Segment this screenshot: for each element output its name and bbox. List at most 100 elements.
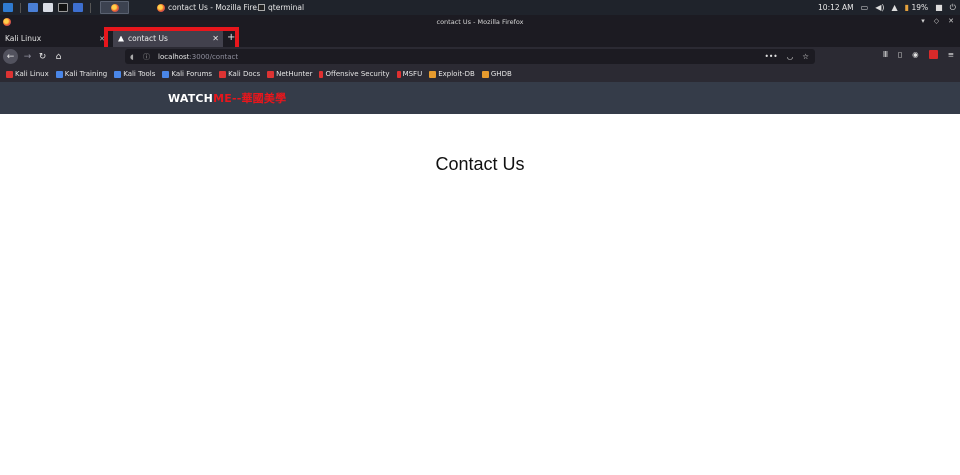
bookmark-label: Kali Tools <box>123 70 156 78</box>
bookmark-star-icon[interactable]: ☆ <box>802 52 809 61</box>
taskbar-task-firefox[interactable]: contact Us - Mozilla Fire... <box>157 0 264 15</box>
battery-indicator[interactable]: ▮ 19% <box>905 3 928 12</box>
nethunter-icon <box>267 70 275 78</box>
msfu-icon <box>396 70 401 78</box>
bookmark-label: Exploit-DB <box>438 70 475 78</box>
taskbar-task-firefox-label: contact Us - Mozilla Fire... <box>168 3 265 12</box>
window-titlebar: contact Us - Mozilla Firefox ▾ ◇ ✕ <box>0 15 960 29</box>
volume-icon[interactable]: ◀) <box>875 3 884 12</box>
logo-text-primary: WATCH <box>168 92 214 105</box>
bookmark-label: Kali Linux <box>15 70 49 78</box>
library-icon[interactable]: Ⅲ <box>883 50 888 59</box>
browser-launcher-icon[interactable] <box>73 3 83 12</box>
bookmark-label: MSFU <box>402 70 423 78</box>
firefox-icon <box>157 3 165 12</box>
desktop-icon[interactable] <box>28 3 38 12</box>
url-host: localhost <box>158 52 190 61</box>
lock-icon[interactable]: ■ <box>935 3 943 12</box>
bookmark-ghdb[interactable]: GHDB <box>481 70 512 78</box>
file-manager-icon[interactable] <box>43 3 53 12</box>
site-info-icon[interactable]: ⓘ <box>143 52 151 62</box>
tab-label: Kali Linux <box>5 34 42 43</box>
extension-icon[interactable] <box>928 50 938 59</box>
bookmark-label: Offensive Security <box>325 70 390 78</box>
sidebar-icon[interactable]: ▯ <box>898 50 902 59</box>
bookmark-label: Kali Docs <box>228 70 261 78</box>
bookmark-kali-linux[interactable]: Kali Linux <box>6 70 49 78</box>
battery-icon: ▮ <box>904 3 910 12</box>
exploitdb-icon <box>429 70 437 78</box>
reload-icon[interactable]: ↻ <box>35 49 50 64</box>
taskbar-divider <box>90 2 91 13</box>
terminal-small-icon <box>258 4 265 11</box>
bookmark-kali-docs[interactable]: Kali Docs <box>219 70 260 78</box>
page-actions-icon[interactable]: ••• <box>764 52 777 61</box>
terminal-icon[interactable] <box>58 3 68 12</box>
system-tray: 10:12 AM ▭ ◀) ▲ ▮ 19% ■ ⏻ <box>818 0 956 15</box>
firefox-icon <box>110 3 119 12</box>
taskbar-divider <box>20 2 21 13</box>
bookmark-label: Kali Training <box>64 70 108 78</box>
tab-label: contact Us <box>128 34 168 43</box>
clock[interactable]: 10:12 AM <box>818 3 854 12</box>
logo-text-accent: ME--華國美學 <box>213 92 287 105</box>
site-logo[interactable]: WATCHME--華國美學 <box>168 90 286 106</box>
bookmarks-toolbar: Kali Linux Kali Training Kali Tools Kali… <box>0 66 960 82</box>
system-taskbar: contact Us - Mozilla Fire... qterminal 1… <box>0 0 960 15</box>
kali-menu-icon[interactable] <box>3 3 13 12</box>
site-header: WATCHME--華國美學 <box>0 82 960 114</box>
tracking-shield-icon[interactable]: ◖ <box>130 53 138 61</box>
close-icon[interactable]: ✕ <box>948 17 954 25</box>
tab-kali-linux[interactable]: Kali Linux ✕ <box>0 30 108 47</box>
taskbar-task-terminal-label: qterminal <box>268 3 305 12</box>
bookmark-kali-training[interactable]: Kali Training <box>55 70 108 78</box>
back-icon[interactable]: ← <box>3 49 18 64</box>
bookmark-nethunter[interactable]: NetHunter <box>267 70 312 78</box>
maximize-icon[interactable]: ◇ <box>934 17 939 25</box>
network-icon[interactable]: ▭ <box>861 3 869 12</box>
url-text: localhost:3000/contact <box>158 53 238 61</box>
url-bar[interactable]: ◖ ⓘ localhost:3000/contact ••• ◡ ☆ <box>125 49 815 64</box>
bookmark-label: GHDB <box>490 70 512 78</box>
minimize-icon[interactable]: ▾ <box>921 17 925 25</box>
page-title: Contact Us <box>435 154 525 174</box>
home-icon[interactable]: ⌂ <box>51 49 66 64</box>
taskbar-launchers <box>0 1 129 14</box>
offsec-icon <box>319 70 324 78</box>
kali-tools-icon <box>114 70 122 78</box>
tab-strip: Kali Linux ✕ contact Us ✕ + <box>0 29 960 47</box>
kali-docs-icon <box>219 70 227 78</box>
kali-training-icon <box>55 70 63 78</box>
new-tab-icon[interactable]: + <box>227 32 235 43</box>
forward-icon[interactable]: → <box>20 49 35 64</box>
tab-contact-us[interactable]: contact Us ✕ <box>113 30 223 47</box>
site-favicon-icon <box>118 35 124 42</box>
kali-icon <box>6 70 13 78</box>
menu-icon[interactable]: ≡ <box>948 50 954 59</box>
navigation-toolbar: ← → ↻ ⌂ ◖ ⓘ localhost:3000/contact ••• ◡… <box>0 47 960 66</box>
taskbar-task-terminal[interactable]: qterminal <box>258 0 304 15</box>
tab-close-icon[interactable]: ✕ <box>212 34 219 43</box>
battery-percent: 19% <box>911 3 929 12</box>
bookmark-msfu[interactable]: MSFU <box>396 70 423 78</box>
firefox-icon <box>3 18 11 26</box>
window-title: contact Us - Mozilla Firefox <box>436 18 524 26</box>
firefox-workspace-button[interactable] <box>100 1 129 14</box>
bookmark-label: NetHunter <box>276 70 313 78</box>
notification-bell-icon[interactable]: ▲ <box>891 3 897 12</box>
bookmark-kali-forums[interactable]: Kali Forums <box>162 70 212 78</box>
bookmark-offensive-security[interactable]: Offensive Security <box>319 70 390 78</box>
ghdb-icon <box>481 70 489 78</box>
url-path: :3000/contact <box>189 52 239 61</box>
account-icon[interactable]: ◉ <box>912 50 919 59</box>
bookmark-label: Kali Forums <box>171 70 213 78</box>
power-icon[interactable]: ⏻ <box>950 3 956 13</box>
tab-close-icon[interactable]: ✕ <box>99 35 105 43</box>
bookmark-exploit-db[interactable]: Exploit-DB <box>429 70 475 78</box>
page-content: Contact Us <box>0 114 960 475</box>
bookmark-kali-tools[interactable]: Kali Tools <box>114 70 155 78</box>
url-actions: ••• ◡ ☆ <box>764 52 809 61</box>
window-controls: ▾ ◇ ✕ <box>921 17 954 25</box>
pocket-icon[interactable]: ◡ <box>787 52 794 61</box>
toolbar-right: Ⅲ ▯ ◉ ≡ <box>883 50 954 59</box>
